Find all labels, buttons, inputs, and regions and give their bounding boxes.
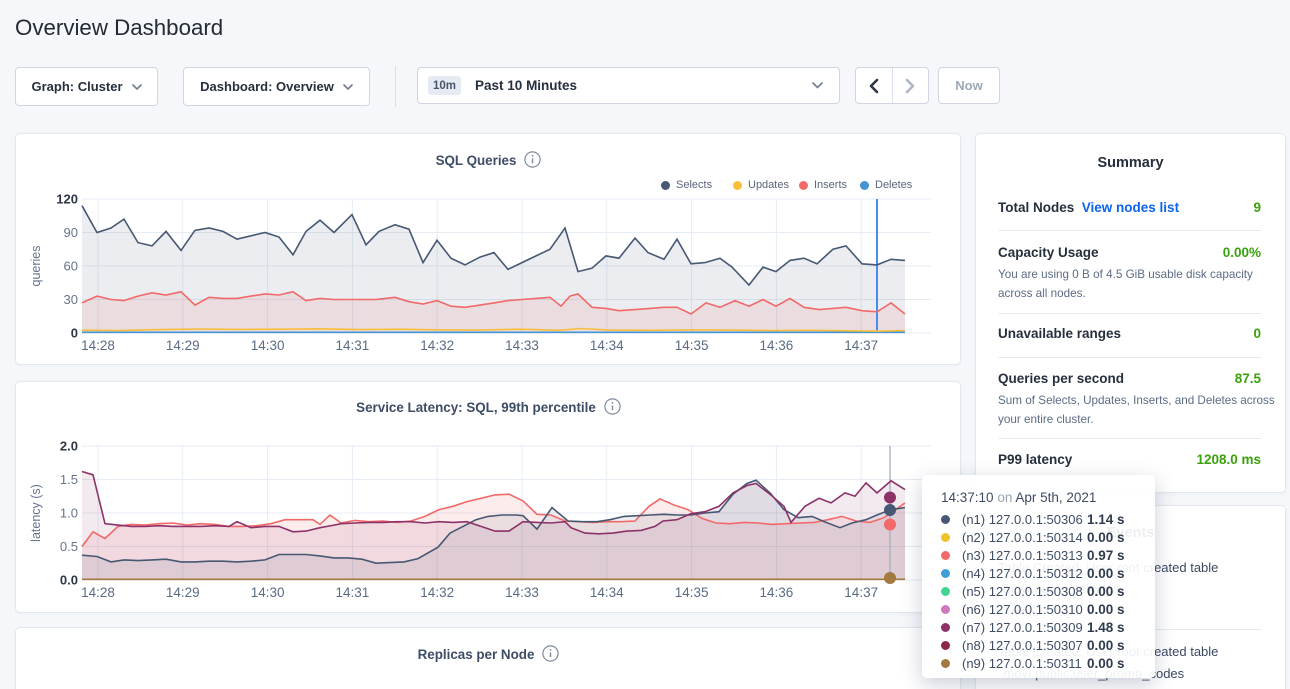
svg-text:90: 90: [64, 225, 78, 240]
svg-text:14:31: 14:31: [336, 338, 370, 353]
svg-text:14:28: 14:28: [81, 338, 115, 353]
svg-text:14:34: 14:34: [590, 338, 624, 353]
svg-text:120: 120: [56, 192, 78, 207]
svg-text:14:36: 14:36: [760, 585, 794, 600]
svg-text:14:35: 14:35: [675, 585, 709, 600]
svg-text:0.5: 0.5: [60, 539, 78, 554]
svg-text:14:37: 14:37: [844, 338, 878, 353]
svg-text:2.0: 2.0: [60, 439, 78, 454]
svg-text:14:37: 14:37: [844, 585, 878, 600]
svg-text:60: 60: [64, 259, 78, 274]
svg-text:14:35: 14:35: [675, 338, 709, 353]
svg-text:14:29: 14:29: [166, 338, 200, 353]
svg-text:14:34: 14:34: [590, 585, 624, 600]
svg-text:14:30: 14:30: [251, 585, 285, 600]
svg-text:14:28: 14:28: [81, 585, 115, 600]
svg-text:0.0: 0.0: [60, 573, 78, 588]
svg-text:1.5: 1.5: [60, 472, 78, 487]
svg-text:14:30: 14:30: [251, 338, 285, 353]
svg-text:0: 0: [71, 326, 78, 341]
svg-text:14:29: 14:29: [166, 585, 200, 600]
svg-text:1.0: 1.0: [60, 506, 78, 521]
svg-text:14:33: 14:33: [505, 585, 539, 600]
svg-text:30: 30: [64, 292, 78, 307]
svg-text:14:32: 14:32: [420, 585, 454, 600]
svg-text:queries: queries: [29, 246, 43, 287]
svg-text:14:31: 14:31: [336, 585, 370, 600]
svg-text:14:36: 14:36: [760, 338, 794, 353]
svg-text:14:32: 14:32: [420, 338, 454, 353]
svg-text:14:33: 14:33: [505, 338, 539, 353]
svg-text:latency (s): latency (s): [29, 484, 43, 542]
